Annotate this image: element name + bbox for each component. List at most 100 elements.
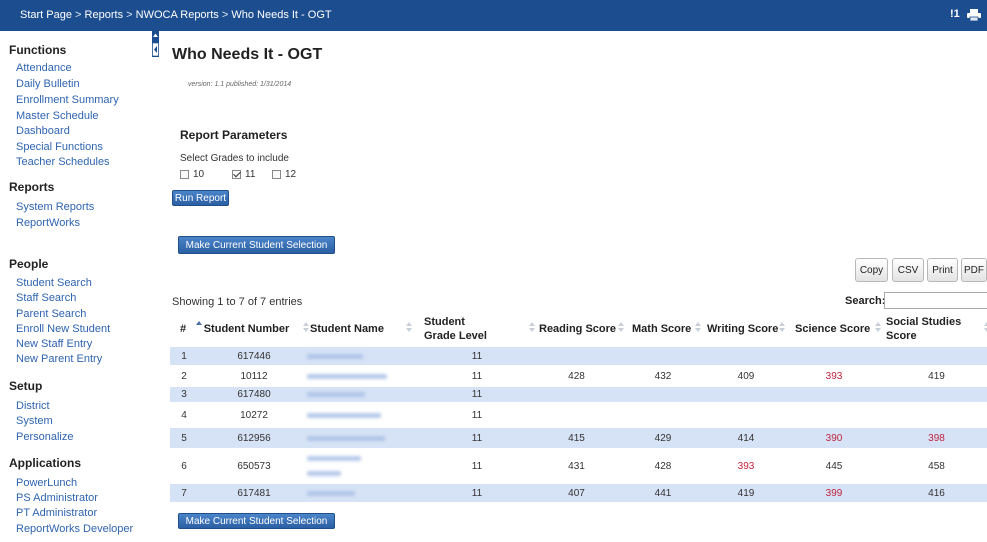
collapse-sidebar-icon[interactable] xyxy=(152,31,159,57)
redacted-name xyxy=(307,456,361,461)
sidebar-item-reportworks-developer[interactable]: ReportWorks Developer xyxy=(16,523,133,535)
sidebar-item-system-reports[interactable]: System Reports xyxy=(16,201,94,213)
cell-grade-level: 11 xyxy=(471,370,483,382)
sidebar-item-personalize[interactable]: Personalize xyxy=(16,431,73,443)
grade-10-option[interactable]: 10 xyxy=(180,167,204,181)
cell-grade-level: 11 xyxy=(471,350,483,362)
cell-grade-level: 11 xyxy=(471,389,483,400)
column-header-grade-level-label: Student Grade Level xyxy=(424,315,487,342)
cell-student-number: 617446 xyxy=(237,350,271,362)
cell-reading-score: 431 xyxy=(568,460,585,472)
run-report-button[interactable]: Run Report xyxy=(172,190,229,206)
column-header-student-number-label: Student Number xyxy=(203,322,290,335)
printer-icon[interactable] xyxy=(967,9,981,21)
csv-button[interactable]: CSV xyxy=(892,258,924,282)
breadcrumb-nwoca-reports[interactable]: NWOCA Reports xyxy=(136,9,219,21)
table-row[interactable]: 3 617480 11 xyxy=(170,387,987,402)
column-header-student-number[interactable]: Student Number xyxy=(183,311,310,346)
sidebar-item-master-schedule[interactable]: Master Schedule xyxy=(16,110,99,122)
sidebar-item-attendance[interactable]: Attendance xyxy=(16,62,72,74)
cell-student-number: 10112 xyxy=(240,370,268,382)
grade-12-option[interactable]: 12 xyxy=(272,167,296,181)
sidebar-item-powerlunch[interactable]: PowerLunch xyxy=(16,477,77,489)
cell-student-name[interactable] xyxy=(307,428,385,448)
sidebar-item-enrollment-summary[interactable]: Enrollment Summary xyxy=(16,94,119,106)
column-header-reading-score[interactable]: Reading Score xyxy=(539,311,624,346)
column-header-student-name-label: Student Name xyxy=(310,322,384,335)
sidebar-item-teacher-schedules[interactable]: Teacher Schedules xyxy=(16,156,110,168)
cell-student-number: 612956 xyxy=(237,432,271,444)
table-row[interactable]: 2 10112 11 428 432 409 393 419 xyxy=(170,365,987,387)
grade-12-checkbox[interactable] xyxy=(272,169,281,179)
sidebar-item-dashboard[interactable]: Dashboard xyxy=(16,125,70,137)
entries-info: Showing 1 to 7 of 7 entries xyxy=(172,296,303,308)
sidebar-item-student-search[interactable]: Student Search xyxy=(16,277,92,289)
cell-writing-score: 409 xyxy=(737,370,755,382)
redacted-name xyxy=(307,392,365,397)
grade-10-checkbox[interactable] xyxy=(180,169,189,179)
sort-icon xyxy=(875,322,881,334)
table-row[interactable]: 1 617446 11 xyxy=(170,347,987,365)
cell-social-studies-score: 419 xyxy=(928,370,945,382)
cell-student-name[interactable] xyxy=(307,402,381,428)
alert-count[interactable]: !1 xyxy=(950,8,960,20)
cell-student-name[interactable] xyxy=(307,365,387,387)
cell-science-score: 399 xyxy=(825,487,843,499)
column-header-writing-score[interactable]: Writing Score xyxy=(707,311,785,346)
grade-11-checkbox[interactable] xyxy=(232,169,241,179)
column-header-social-studies-score-label: Social Studies Score xyxy=(886,315,962,342)
cell-science-score: 445 xyxy=(825,460,843,472)
report-parameters-heading: Report Parameters xyxy=(180,128,288,142)
column-header-reading-score-label: Reading Score xyxy=(539,322,617,335)
cell-student-number: 10272 xyxy=(240,409,268,421)
print-button[interactable]: Print xyxy=(927,258,958,282)
page-title: Who Needs It - OGT xyxy=(172,46,323,63)
cell-social-studies-score: 398 xyxy=(928,432,945,444)
column-header-social-studies-score[interactable]: Social Studies Score xyxy=(886,311,987,346)
sidebar-item-special-functions[interactable]: Special Functions xyxy=(16,141,103,153)
column-header-grade-level[interactable]: Student Grade Level xyxy=(424,311,535,346)
cell-grade-level: 11 xyxy=(471,487,483,499)
breadcrumb-start-page[interactable]: Start Page xyxy=(20,9,72,21)
sidebar-item-new-staff-entry[interactable]: New Staff Entry xyxy=(16,338,92,350)
sidebar-item-staff-search[interactable]: Staff Search xyxy=(16,292,76,304)
table-row[interactable]: 5 612956 11 415 429 414 390 398 xyxy=(170,428,987,448)
sidebar-item-daily-bulletin[interactable]: Daily Bulletin xyxy=(16,78,80,90)
sidebar-item-system[interactable]: System xyxy=(16,415,53,427)
sidebar-item-new-parent-entry[interactable]: New Parent Entry xyxy=(16,353,102,365)
breadcrumb-current: Who Needs It - OGT xyxy=(231,9,332,21)
cell-student-name[interactable] xyxy=(307,484,355,502)
grade-11-option[interactable]: 11 xyxy=(232,167,255,181)
pdf-button[interactable]: PDF xyxy=(961,258,987,282)
sidebar-item-parent-search[interactable]: Parent Search xyxy=(16,308,86,320)
sidebar-item-ps-administrator[interactable]: PS Administrator xyxy=(16,492,98,504)
cell-science-score: 390 xyxy=(825,432,843,444)
cell-student-name[interactable] xyxy=(307,387,365,402)
column-header-science-score[interactable]: Science Score xyxy=(795,311,881,346)
breadcrumb-reports[interactable]: Reports xyxy=(85,9,124,21)
table-row[interactable]: 7 617481 11 407 441 419 399 416 xyxy=(170,484,987,502)
make-selection-button-top[interactable]: Make Current Student Selection xyxy=(178,236,335,254)
sidebar-item-pt-administrator[interactable]: PT Administrator xyxy=(16,507,97,519)
cell-student-name[interactable] xyxy=(307,347,363,365)
cell-grade-level: 11 xyxy=(471,409,483,421)
copy-button[interactable]: Copy xyxy=(855,258,888,282)
sidebar: Functions Attendance Daily Bulletin Enro… xyxy=(0,31,160,542)
make-selection-button-bottom[interactable]: Make Current Student Selection xyxy=(178,513,335,529)
column-header-math-score[interactable]: Math Score xyxy=(632,311,701,346)
search-input[interactable] xyxy=(884,292,987,309)
table-row[interactable]: 6 650573 11 431 428 393 445 458 xyxy=(170,448,987,484)
cell-number: 3 xyxy=(181,389,187,400)
sort-icon xyxy=(695,322,701,334)
column-header-student-name[interactable]: Student Name xyxy=(310,311,412,346)
column-header-math-score-label: Math Score xyxy=(632,322,692,335)
cell-number: 5 xyxy=(181,432,187,444)
redacted-name xyxy=(307,353,363,359)
sidebar-item-district[interactable]: District xyxy=(16,400,50,412)
cell-student-name[interactable] xyxy=(307,448,361,484)
sidebar-item-enroll-new-student[interactable]: Enroll New Student xyxy=(16,323,110,335)
sidebar-item-reportworks[interactable]: ReportWorks xyxy=(16,217,80,229)
cell-number: 4 xyxy=(181,409,187,421)
table-row[interactable]: 4 10272 11 xyxy=(170,402,987,428)
sidebar-heading-functions: Functions xyxy=(9,43,67,57)
